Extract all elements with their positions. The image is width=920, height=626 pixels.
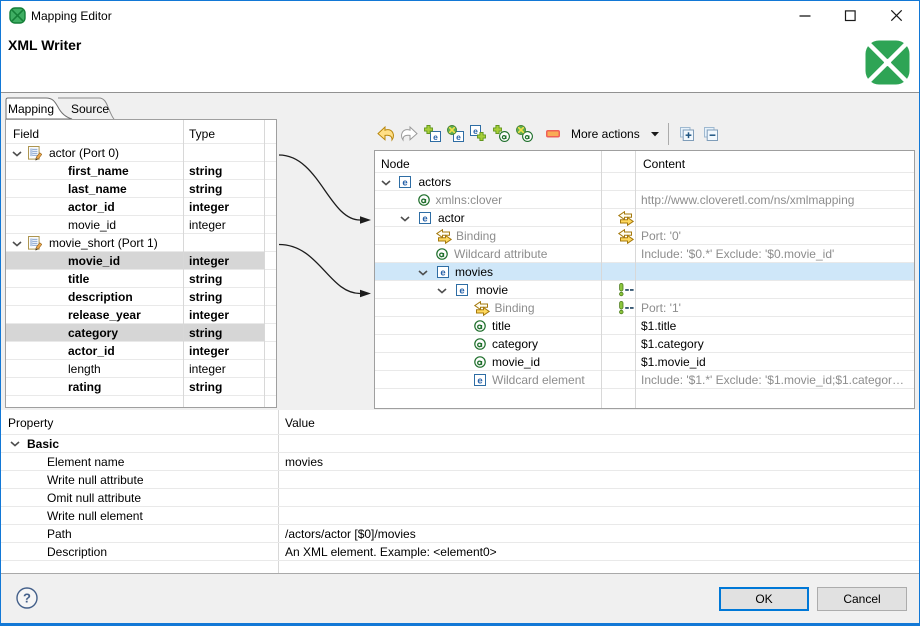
svg-text:e: e xyxy=(459,285,464,296)
svg-text:e: e xyxy=(440,267,445,278)
svg-text:e: e xyxy=(433,132,438,142)
svg-text:e: e xyxy=(456,132,461,142)
svg-text:?: ? xyxy=(23,591,31,606)
svg-text:e: e xyxy=(422,213,427,224)
svg-text:e: e xyxy=(402,177,407,188)
svg-text:e: e xyxy=(473,126,478,136)
svg-text:e: e xyxy=(477,375,482,386)
